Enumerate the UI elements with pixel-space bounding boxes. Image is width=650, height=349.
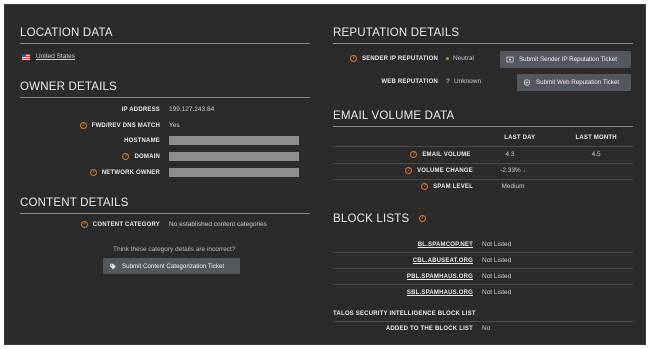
submit-web-reputation-button[interactable]: Submit Web Reputation Ticket	[517, 74, 631, 91]
web-reputation-row: WEB REPUTATION ? Unknown	[333, 78, 481, 85]
sender-reputation-row: ? SENDER IP REPUTATION Neutral	[333, 55, 474, 62]
block-list-row: BL.SPAMCOP.NET Not Listed	[333, 241, 633, 248]
volume-change-day: -2.33%	[500, 167, 521, 175]
country-link[interactable]: United States	[36, 53, 75, 60]
submit-web-reputation-label: Submit Web Reputation Ticket	[536, 79, 620, 86]
email-volume-month: 4.5	[591, 151, 601, 159]
owner-row-dns: ? FWD/REV DNS MATCH Yes	[20, 122, 310, 129]
location-heading: LOCATION DATA	[20, 27, 310, 44]
email-volume-label: EMAIL VOLUME	[422, 152, 471, 159]
help-icon[interactable]: ?	[80, 221, 88, 228]
spam-level-day: Medium	[501, 183, 525, 191]
block-list-name[interactable]: BL.SPAMCOP.NET	[333, 242, 473, 248]
block-list-status: Not Listed	[482, 257, 512, 264]
help-icon[interactable]: ?	[405, 167, 413, 174]
block-list-name[interactable]: PBL.SPAMHAUS.ORG	[333, 274, 473, 280]
block-list-name[interactable]: SBL.SPAMHAUS.ORG	[333, 290, 473, 296]
ip-value: 199.127.243.84	[169, 106, 215, 113]
added-to-block-list-label: ADDED TO THE BLOCK LIST	[385, 325, 473, 332]
dns-label: FWD/REV DNS MATCH	[91, 123, 160, 130]
help-icon[interactable]: ?	[421, 183, 429, 190]
help-icon[interactable]: ?	[410, 151, 418, 158]
block-list-row: CBL.ABUSEAT.ORG Not Listed	[333, 257, 633, 264]
content-category-label: CONTENT CATEGORY	[92, 222, 160, 229]
sender-reputation-label: SENDER IP REPUTATION	[361, 56, 438, 63]
block-list-row: SBL.SPAMHAUS.ORG Not Listed	[333, 289, 633, 296]
last-day-header: LAST DAY	[504, 135, 536, 141]
network-owner-redacted	[169, 168, 299, 177]
email-volume-day: 4.3	[505, 151, 515, 159]
us-flag-icon	[22, 53, 30, 60]
submit-sender-ip-reputation-button[interactable]: Submit Sender IP Reputation Ticket	[500, 51, 631, 68]
volume-change-row: ? VOLUME CHANGE -2.33% ↓	[333, 167, 633, 174]
last-month-header: LAST MONTH	[575, 135, 617, 141]
content-category-row: ? CONTENT CATEGORY No established content…	[20, 221, 310, 228]
spam-level-row: ? SPAM LEVEL Medium	[333, 183, 633, 190]
hostname-label: HOSTNAME	[124, 137, 160, 144]
block-list-status: Not Listed	[482, 241, 512, 248]
ip-label: IP ADDRESS	[121, 106, 160, 113]
unknown-status-icon: ?	[446, 78, 450, 85]
help-icon[interactable]: ?	[89, 168, 97, 176]
network-owner-label: NETWORK OWNER	[101, 170, 160, 177]
help-icon[interactable]: ?	[349, 55, 357, 62]
owner-row-hostname: HOSTNAME	[20, 136, 310, 145]
help-icon[interactable]: ?	[79, 122, 87, 129]
help-icon[interactable]: ?	[418, 215, 426, 223]
web-reputation-value: Unknown	[453, 78, 482, 85]
owner-row-domain: ? DOMAIN	[20, 152, 310, 161]
tag-icon	[110, 263, 116, 269]
owner-row-network: ? NETWORK OWNER	[20, 168, 310, 177]
block-list-status: Not Listed	[482, 273, 512, 280]
sender-reputation-value: Neutral	[453, 55, 474, 63]
block-list-name[interactable]: CBL.ABUSEAT.ORG	[333, 258, 473, 264]
block-list-row: PBL.SPAMHAUS.ORG Not Listed	[333, 273, 633, 280]
incorrect-category-text: Think these category details are incorre…	[113, 246, 236, 253]
domain-label: DOMAIN	[134, 154, 160, 161]
arrow-down-icon: ↓	[522, 167, 526, 175]
location-row: United States	[22, 53, 75, 60]
email-volume-row: ? EMAIL VOLUME 4.3 4.5	[333, 151, 633, 158]
help-icon[interactable]: ?	[122, 152, 130, 160]
block-lists-heading: BLOCK LISTS	[333, 213, 410, 225]
submit-content-categorization-label: Submit Content Categorization Ticket	[122, 262, 225, 270]
submit-sender-ip-label: Submit Sender IP Reputation Ticket	[519, 56, 617, 63]
submit-content-categorization-button[interactable]: Submit Content Categorization Ticket	[103, 258, 240, 274]
added-to-block-list-row: ADDED TO THE BLOCK LIST No	[333, 325, 633, 332]
domain-redacted	[169, 152, 299, 161]
email-volume-header-row: LAST DAY LAST MONTH	[333, 135, 633, 141]
email-volume-heading: EMAIL VOLUME DATA	[333, 110, 633, 127]
owner-heading: OWNER DETAILS	[20, 81, 310, 98]
dns-value: Yes	[169, 122, 180, 130]
owner-row-ip: IP ADDRESS 199.127.243.84	[20, 106, 310, 113]
reputation-heading: REPUTATION DETAILS	[333, 27, 633, 44]
added-to-block-list-value: No	[482, 325, 491, 332]
envelope-icon	[506, 56, 514, 63]
globe-icon	[523, 79, 531, 86]
content-heading: CONTENT DETAILS	[20, 197, 310, 214]
volume-change-label: VOLUME CHANGE	[417, 168, 473, 175]
block-list-status: Not Listed	[482, 289, 512, 296]
reputation-panel: LOCATION DATA United States OWNER DETAIL…	[4, 4, 646, 345]
content-category-value: No established content categories	[169, 221, 267, 229]
web-reputation-label: WEB REPUTATION	[381, 78, 438, 85]
neutral-status-icon	[446, 56, 449, 60]
spam-level-label: SPAM LEVEL	[433, 184, 473, 191]
hostname-redacted	[169, 136, 299, 145]
talos-block-list-label: TALOS SECURITY INTELLIGENCE BLOCK LIST	[333, 311, 476, 317]
block-lists-heading-wrap: BLOCK LISTS ?	[333, 213, 633, 229]
